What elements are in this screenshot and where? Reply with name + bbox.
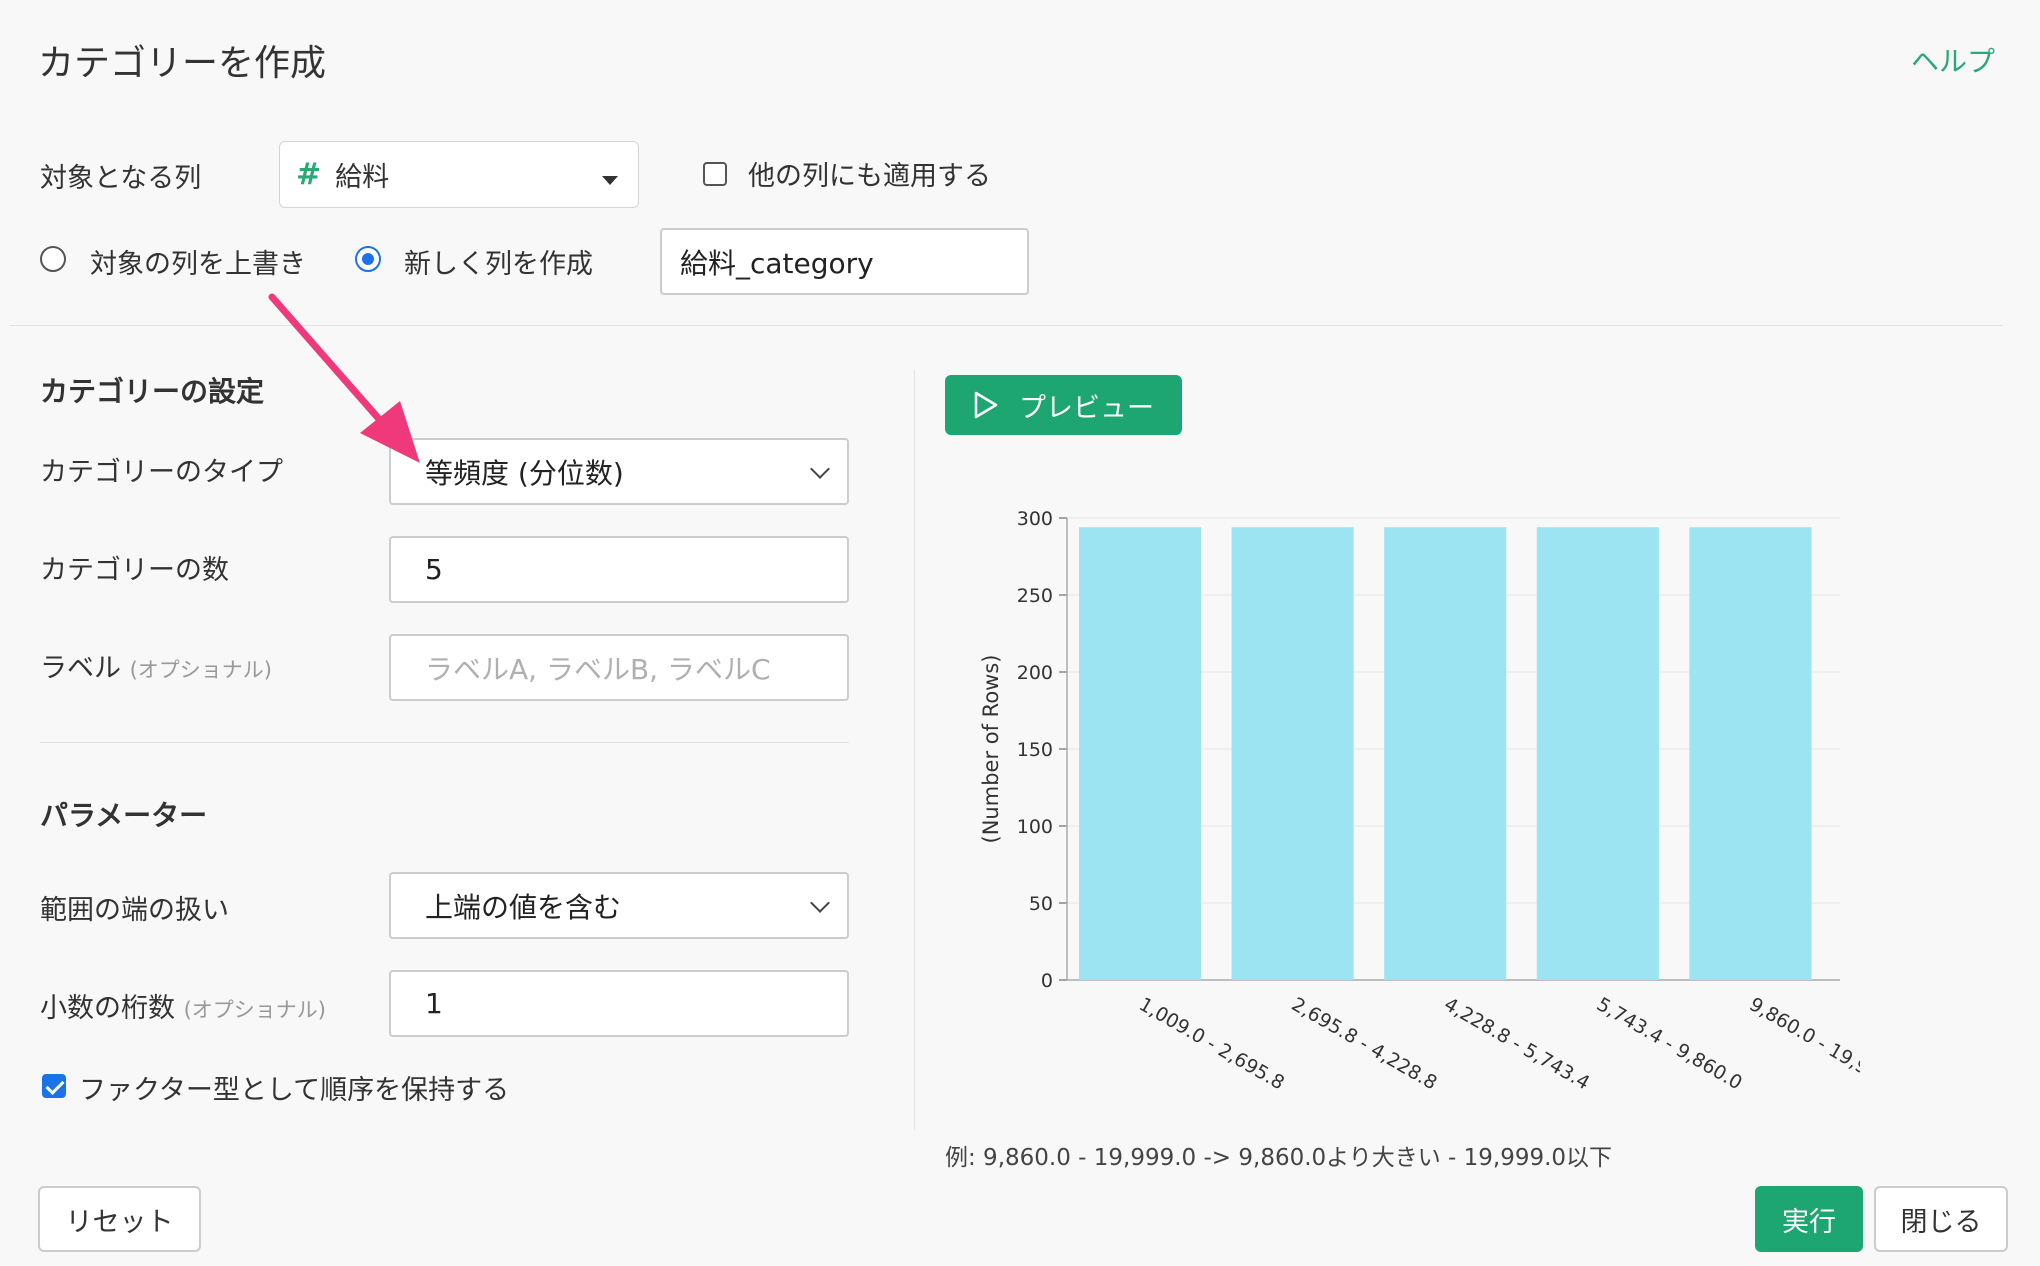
bar (1536, 527, 1659, 980)
decimals-optional-text: (オプショナル) (183, 998, 326, 1022)
close-button[interactable]: 閉じる (1874, 1186, 2008, 1252)
help-link[interactable]: ヘルプ (1911, 40, 1995, 80)
category-count-input[interactable]: 5 (389, 536, 849, 603)
bar (1384, 527, 1507, 980)
factor-label: ファクター型として順序を保持する (79, 1075, 510, 1106)
y-tick-label: 50 (1029, 893, 1053, 915)
overwrite-label: 対象の列を上書き (90, 249, 306, 280)
play-icon (974, 391, 998, 419)
bar (1231, 527, 1354, 980)
preview-button-label: プレビュー (1019, 392, 1154, 424)
x-tick-label: 4,228.8 - 5,743.4 (1440, 993, 1593, 1094)
decimals-label: 小数の桁数 (オプショナル) (40, 986, 326, 1025)
y-tick-label: 0 (1041, 970, 1053, 992)
decimals-input[interactable]: 1 (389, 970, 849, 1037)
y-tick-label: 200 (1017, 662, 1053, 684)
target-column-value: 給料 (335, 162, 390, 193)
caret-down-icon (602, 176, 618, 185)
preview-chart: 0 50 100 150 200 250 300 (Number of Rows) 1,009.… (979, 508, 1860, 1100)
preview-button[interactable]: プレビュー (945, 375, 1182, 435)
apply-other-label: 他の列にも適用する (748, 161, 991, 192)
edge-handling-value: 上端の値を含む (425, 890, 622, 924)
example-note: 例: 9,860.0 - 19,999.0 -> 9,860.0より大きい - … (945, 1145, 1613, 1171)
labels-input[interactable]: ラベルA, ラベルB, ラベルC (389, 634, 849, 701)
number-hash-icon: # (296, 157, 322, 192)
reset-button[interactable]: リセット (38, 1186, 201, 1252)
labels-label-text: ラベル (40, 653, 121, 684)
category-count-label: カテゴリーの数 (40, 555, 229, 586)
x-tick-label: 5,743.4 - 9,860.0 (1593, 993, 1746, 1094)
target-column-label: 対象となる列 (40, 163, 202, 194)
annotation-arrow-icon (268, 293, 420, 463)
overwrite-radio[interactable] (40, 246, 66, 272)
labels-optional-text: (オプショナル) (129, 658, 272, 682)
new-column-name-input[interactable]: 給料_category (660, 228, 1029, 295)
edge-handling-label: 範囲の端の扱い (40, 895, 229, 926)
settings-divider (40, 742, 849, 743)
y-tick-label: 300 (1017, 508, 1053, 530)
y-tick-label: 100 (1017, 816, 1053, 838)
params-section-title: パラメーター (40, 799, 208, 832)
factor-checkbox[interactable] (42, 1074, 66, 1098)
y-axis-label: (Number of Rows) (979, 655, 1003, 844)
vertical-divider (914, 370, 915, 1130)
dialog-title: カテゴリーを作成 (38, 43, 327, 84)
chevron-down-icon (810, 893, 830, 913)
decimals-label-text: 小数の桁数 (40, 993, 175, 1024)
run-button[interactable]: 実行 (1755, 1186, 1863, 1252)
apply-other-checkbox[interactable] (703, 162, 727, 186)
bar (1689, 527, 1812, 980)
y-tick-label: 250 (1017, 585, 1053, 607)
labels-label: ラベル (オプショナル) (40, 646, 272, 685)
category-type-value: 等頻度 (分位数) (425, 456, 624, 490)
new-column-label: 新しく列を作成 (404, 249, 593, 280)
edge-handling-select[interactable]: 上端の値を含む (389, 872, 849, 939)
x-tick-label: 9,860.0 - 19,999.0 (1745, 993, 1860, 1100)
category-type-label: カテゴリーのタイプ (40, 457, 283, 488)
y-tick-label: 150 (1017, 739, 1053, 761)
category-type-select[interactable]: 等頻度 (分位数) (389, 438, 849, 505)
bar (1079, 527, 1202, 980)
chevron-down-icon (810, 459, 830, 479)
x-tick-label: 2,695.8 - 4,228.8 (1288, 993, 1441, 1094)
settings-section-title: カテゴリーの設定 (40, 375, 265, 408)
target-column-select[interactable]: # 給料 (279, 141, 639, 208)
x-tick-label: 1,009.0 - 2,695.8 (1135, 993, 1288, 1094)
new-column-radio[interactable] (355, 246, 381, 272)
